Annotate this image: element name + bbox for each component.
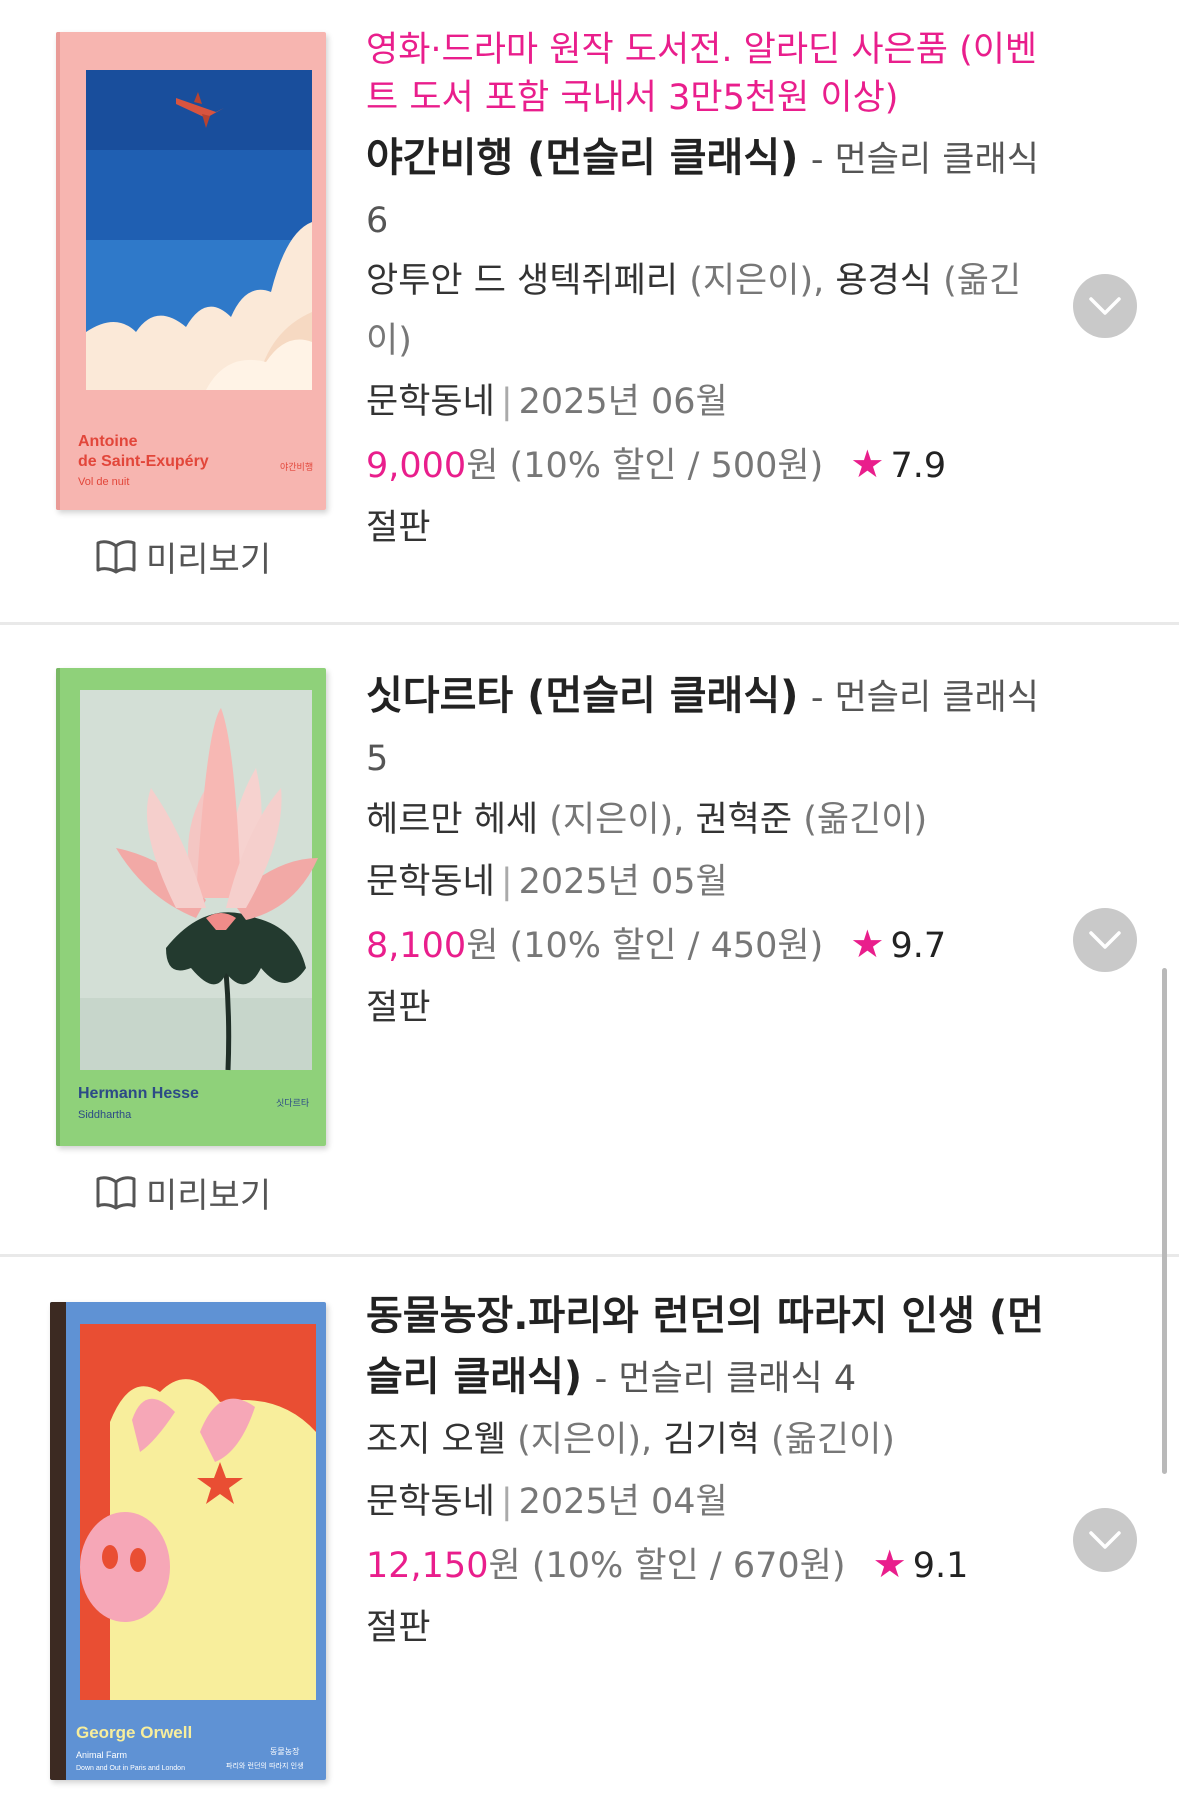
- star-icon: ★: [850, 922, 885, 966]
- book-cover[interactable]: George Orwell Animal Farm Down and Out i…: [50, 1302, 326, 1780]
- book-cover[interactable]: Antoine de Saint-Exupéry Vol de nuit 야간비…: [56, 32, 326, 510]
- contributors: 앙투안 드 생텍쥐페리 (지은이), 용경식 (옮긴이): [366, 251, 1066, 371]
- author-role: (지은이),: [689, 261, 825, 301]
- cover-kor-title: 싯다르타: [276, 1098, 310, 1109]
- author-link[interactable]: 앙투안 드 생텍쥐페리: [366, 261, 678, 301]
- cover-kor-title: 동물농장: [270, 1746, 300, 1756]
- translator-link[interactable]: 김기혁: [663, 1420, 760, 1460]
- book-info: 싯다르타 (먼슬리 클래식) - 먼슬리 클래식 5 헤르만 헤세 (지은이),…: [366, 666, 1066, 1039]
- book-item: George Orwell Animal Farm Down and Out i…: [0, 1256, 1179, 1810]
- rating-score: 7.9: [890, 446, 947, 486]
- author-link[interactable]: 헤르만 헤세: [366, 800, 538, 840]
- star-icon: ★: [872, 1542, 907, 1586]
- open-book-icon: [96, 1176, 136, 1210]
- separator: |: [500, 1482, 513, 1522]
- cover-author: Antoine: [78, 433, 138, 450]
- cover-work-title: Animal Farm: [76, 1750, 127, 1760]
- book-info: 동물농장.파리와 런던의 따라지 인생 (먼슬리 클래식) - 먼슬리 클래식 …: [366, 1286, 1066, 1659]
- stock-status: 절판: [366, 988, 431, 1028]
- sale-price: 12,150: [366, 1546, 489, 1586]
- publication: 문학동네 | 2025년 06월: [366, 371, 1066, 433]
- series-link[interactable]: - 먼슬리 클래식 4: [595, 1359, 856, 1399]
- book-item: Antoine de Saint-Exupéry Vol de nuit 야간비…: [0, 0, 1179, 624]
- preview-label: 미리보기: [146, 1175, 272, 1216]
- book-cover-art: Antoine de Saint-Exupéry Vol de nuit 야간비…: [56, 32, 326, 510]
- price-line: 9,000원 (10% 할인 / 500원) ★ 7.9: [366, 433, 1066, 497]
- cover-author: Hermann Hesse: [78, 1085, 199, 1102]
- cover-work-title: Down and Out in Paris and London: [76, 1765, 185, 1772]
- publication: 문학동네 | 2025년 05월: [366, 851, 1066, 913]
- translator-role: (옮긴이): [771, 1420, 895, 1460]
- preview-button[interactable]: 미리보기: [96, 1170, 272, 1216]
- discount-info: (10% 할인 / 500원): [509, 446, 824, 486]
- contributors: 헤르만 헤세 (지은이), 권혁준 (옮긴이): [366, 789, 1066, 851]
- chevron-down-icon: [1089, 1531, 1121, 1549]
- rating-score: 9.7: [890, 926, 947, 966]
- book-item: Hermann Hesse Siddhartha 싯다르타 미리보기 싯다르타 …: [0, 624, 1179, 1256]
- preview-label: 미리보기: [146, 539, 272, 580]
- title-line: 동물농장.파리와 런던의 따라지 인생 (먼슬리 클래식) - 먼슬리 클래식 …: [366, 1286, 1066, 1409]
- cover-work-title: Siddhartha: [78, 1109, 132, 1121]
- price-line: 8,100원 (10% 할인 / 450원) ★ 9.7: [366, 913, 1066, 977]
- discount-info: (10% 할인 / 670원): [531, 1546, 846, 1586]
- publisher-link[interactable]: 문학동네: [366, 862, 495, 902]
- event-banner[interactable]: 영화·드라마 원작 도서전. 알라딘 사은품 (이벤트 도서 포함 국내서 3만…: [366, 26, 1066, 122]
- title-line: 싯다르타 (먼슬리 클래식) - 먼슬리 클래식 5: [366, 666, 1066, 789]
- price-unit: 원: [488, 1546, 521, 1586]
- translator-link[interactable]: 권혁준: [695, 800, 792, 840]
- chevron-down-icon: [1089, 931, 1121, 949]
- contributors: 조지 오웰 (지은이), 김기혁 (옮긴이): [366, 1409, 1066, 1471]
- star-icon: ★: [850, 442, 885, 486]
- cover-author: George Orwell: [76, 1723, 192, 1742]
- cover-kor-title: 야간비행: [280, 461, 313, 473]
- cover-kor-title: 파리와 런던의 따라지 인생: [226, 1761, 304, 1770]
- preview-button[interactable]: 미리보기: [96, 534, 272, 580]
- book-cover-art: Hermann Hesse Siddhartha 싯다르타: [56, 668, 326, 1146]
- open-book-icon: [96, 540, 136, 574]
- book-cover-art: George Orwell Animal Farm Down and Out i…: [50, 1302, 326, 1780]
- translator-link[interactable]: 용경식: [835, 261, 932, 301]
- stock-status: 절판: [366, 1608, 431, 1648]
- book-title[interactable]: 야간비행 (먼슬리 클래식): [366, 135, 798, 181]
- title-line: 야간비행 (먼슬리 클래식) - 먼슬리 클래식 6: [366, 128, 1066, 251]
- scrollbar[interactable]: [1162, 968, 1167, 1474]
- publisher-link[interactable]: 문학동네: [366, 1482, 495, 1522]
- cover-work-title: Vol de nuit: [78, 476, 129, 488]
- author-link[interactable]: 조지 오웰: [366, 1420, 506, 1460]
- price-unit: 원: [466, 446, 499, 486]
- book-cover[interactable]: Hermann Hesse Siddhartha 싯다르타: [56, 668, 326, 1146]
- publication: 문학동네 | 2025년 04월: [366, 1471, 1066, 1533]
- book-title[interactable]: 싯다르타 (먼슬리 클래식): [366, 673, 798, 719]
- expand-button[interactable]: [1073, 274, 1137, 338]
- expand-button[interactable]: [1073, 1508, 1137, 1572]
- translator-role: (옮긴이): [803, 800, 928, 840]
- pub-date: 2025년 04월: [518, 1482, 728, 1522]
- price-unit: 원: [466, 926, 499, 966]
- pub-date: 2025년 05월: [518, 862, 728, 902]
- cover-author: de Saint-Exupéry: [78, 453, 209, 470]
- pub-date: 2025년 06월: [518, 382, 728, 422]
- sale-price: 9,000: [366, 446, 467, 486]
- chevron-down-icon: [1089, 297, 1121, 315]
- rating-score: 9.1: [912, 1546, 969, 1586]
- stock-status: 절판: [366, 508, 431, 548]
- discount-info: (10% 할인 / 450원): [509, 926, 824, 966]
- sale-price: 8,100: [366, 926, 467, 966]
- separator: |: [500, 862, 513, 902]
- author-role: (지은이),: [517, 1420, 653, 1460]
- publisher-link[interactable]: 문학동네: [366, 382, 495, 422]
- expand-button[interactable]: [1073, 908, 1137, 972]
- price-line: 12,150원 (10% 할인 / 670원) ★ 9.1: [366, 1533, 1066, 1597]
- author-role: (지은이),: [549, 800, 685, 840]
- book-info: 영화·드라마 원작 도서전. 알라딘 사은품 (이벤트 도서 포함 국내서 3만…: [366, 26, 1066, 559]
- separator: |: [500, 382, 513, 422]
